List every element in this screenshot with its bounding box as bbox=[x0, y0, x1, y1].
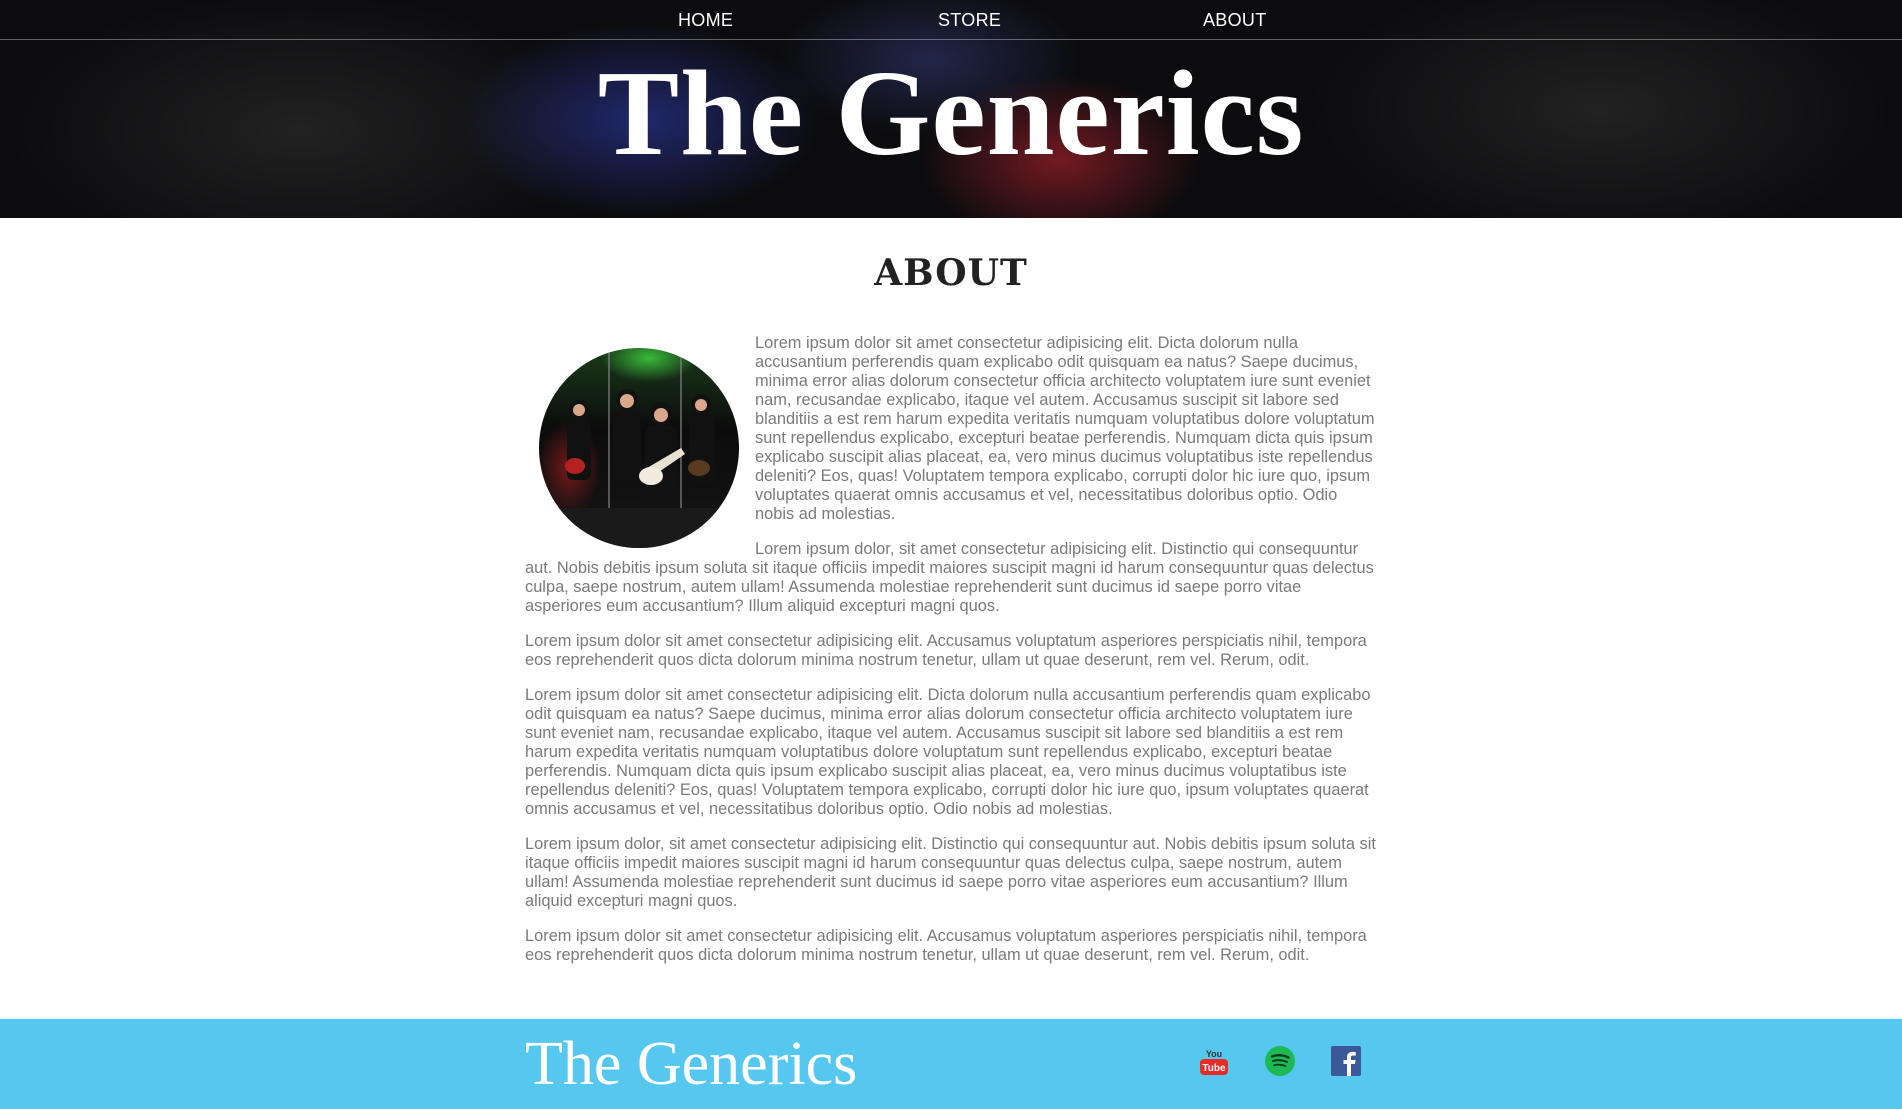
svg-text:You: You bbox=[1206, 1049, 1222, 1059]
hero-header: HOME STORE ABOUT The Generics bbox=[0, 0, 1902, 218]
site-footer: The Generics You Tube bbox=[0, 1019, 1902, 1109]
about-paragraph: Lorem ipsum dolor sit amet consectetur a… bbox=[525, 927, 1367, 964]
about-paragraph: Lorem ipsum dolor sit amet consectetur a… bbox=[525, 632, 1367, 669]
about-paragraph: Lorem ipsum dolor, sit amet consectetur … bbox=[525, 540, 1374, 615]
band-title: The Generics bbox=[597, 46, 1305, 181]
about-paragraph: Lorem ipsum dolor, sit amet consectetur … bbox=[525, 835, 1376, 910]
section-title: ABOUT bbox=[874, 252, 1028, 294]
nav-link-home[interactable]: HOME bbox=[678, 10, 733, 31]
about-paragraph: Lorem ipsum dolor sit amet consectetur a… bbox=[525, 686, 1371, 818]
spotify-icon[interactable] bbox=[1264, 1045, 1296, 1077]
top-nav: HOME STORE ABOUT bbox=[0, 0, 1902, 40]
youtube-icon[interactable]: You Tube bbox=[1198, 1045, 1230, 1077]
footer-title: The Generics bbox=[525, 1030, 858, 1098]
band-photo bbox=[539, 348, 739, 548]
svg-text:Tube: Tube bbox=[1202, 1063, 1226, 1074]
nav-link-store[interactable]: STORE bbox=[938, 10, 1001, 31]
band-photo-illustration bbox=[539, 348, 739, 548]
facebook-icon[interactable] bbox=[1330, 1045, 1362, 1077]
about-content: Lorem ipsum dolor sit amet consectetur a… bbox=[525, 334, 1377, 981]
nav-link-about[interactable]: ABOUT bbox=[1203, 10, 1267, 31]
